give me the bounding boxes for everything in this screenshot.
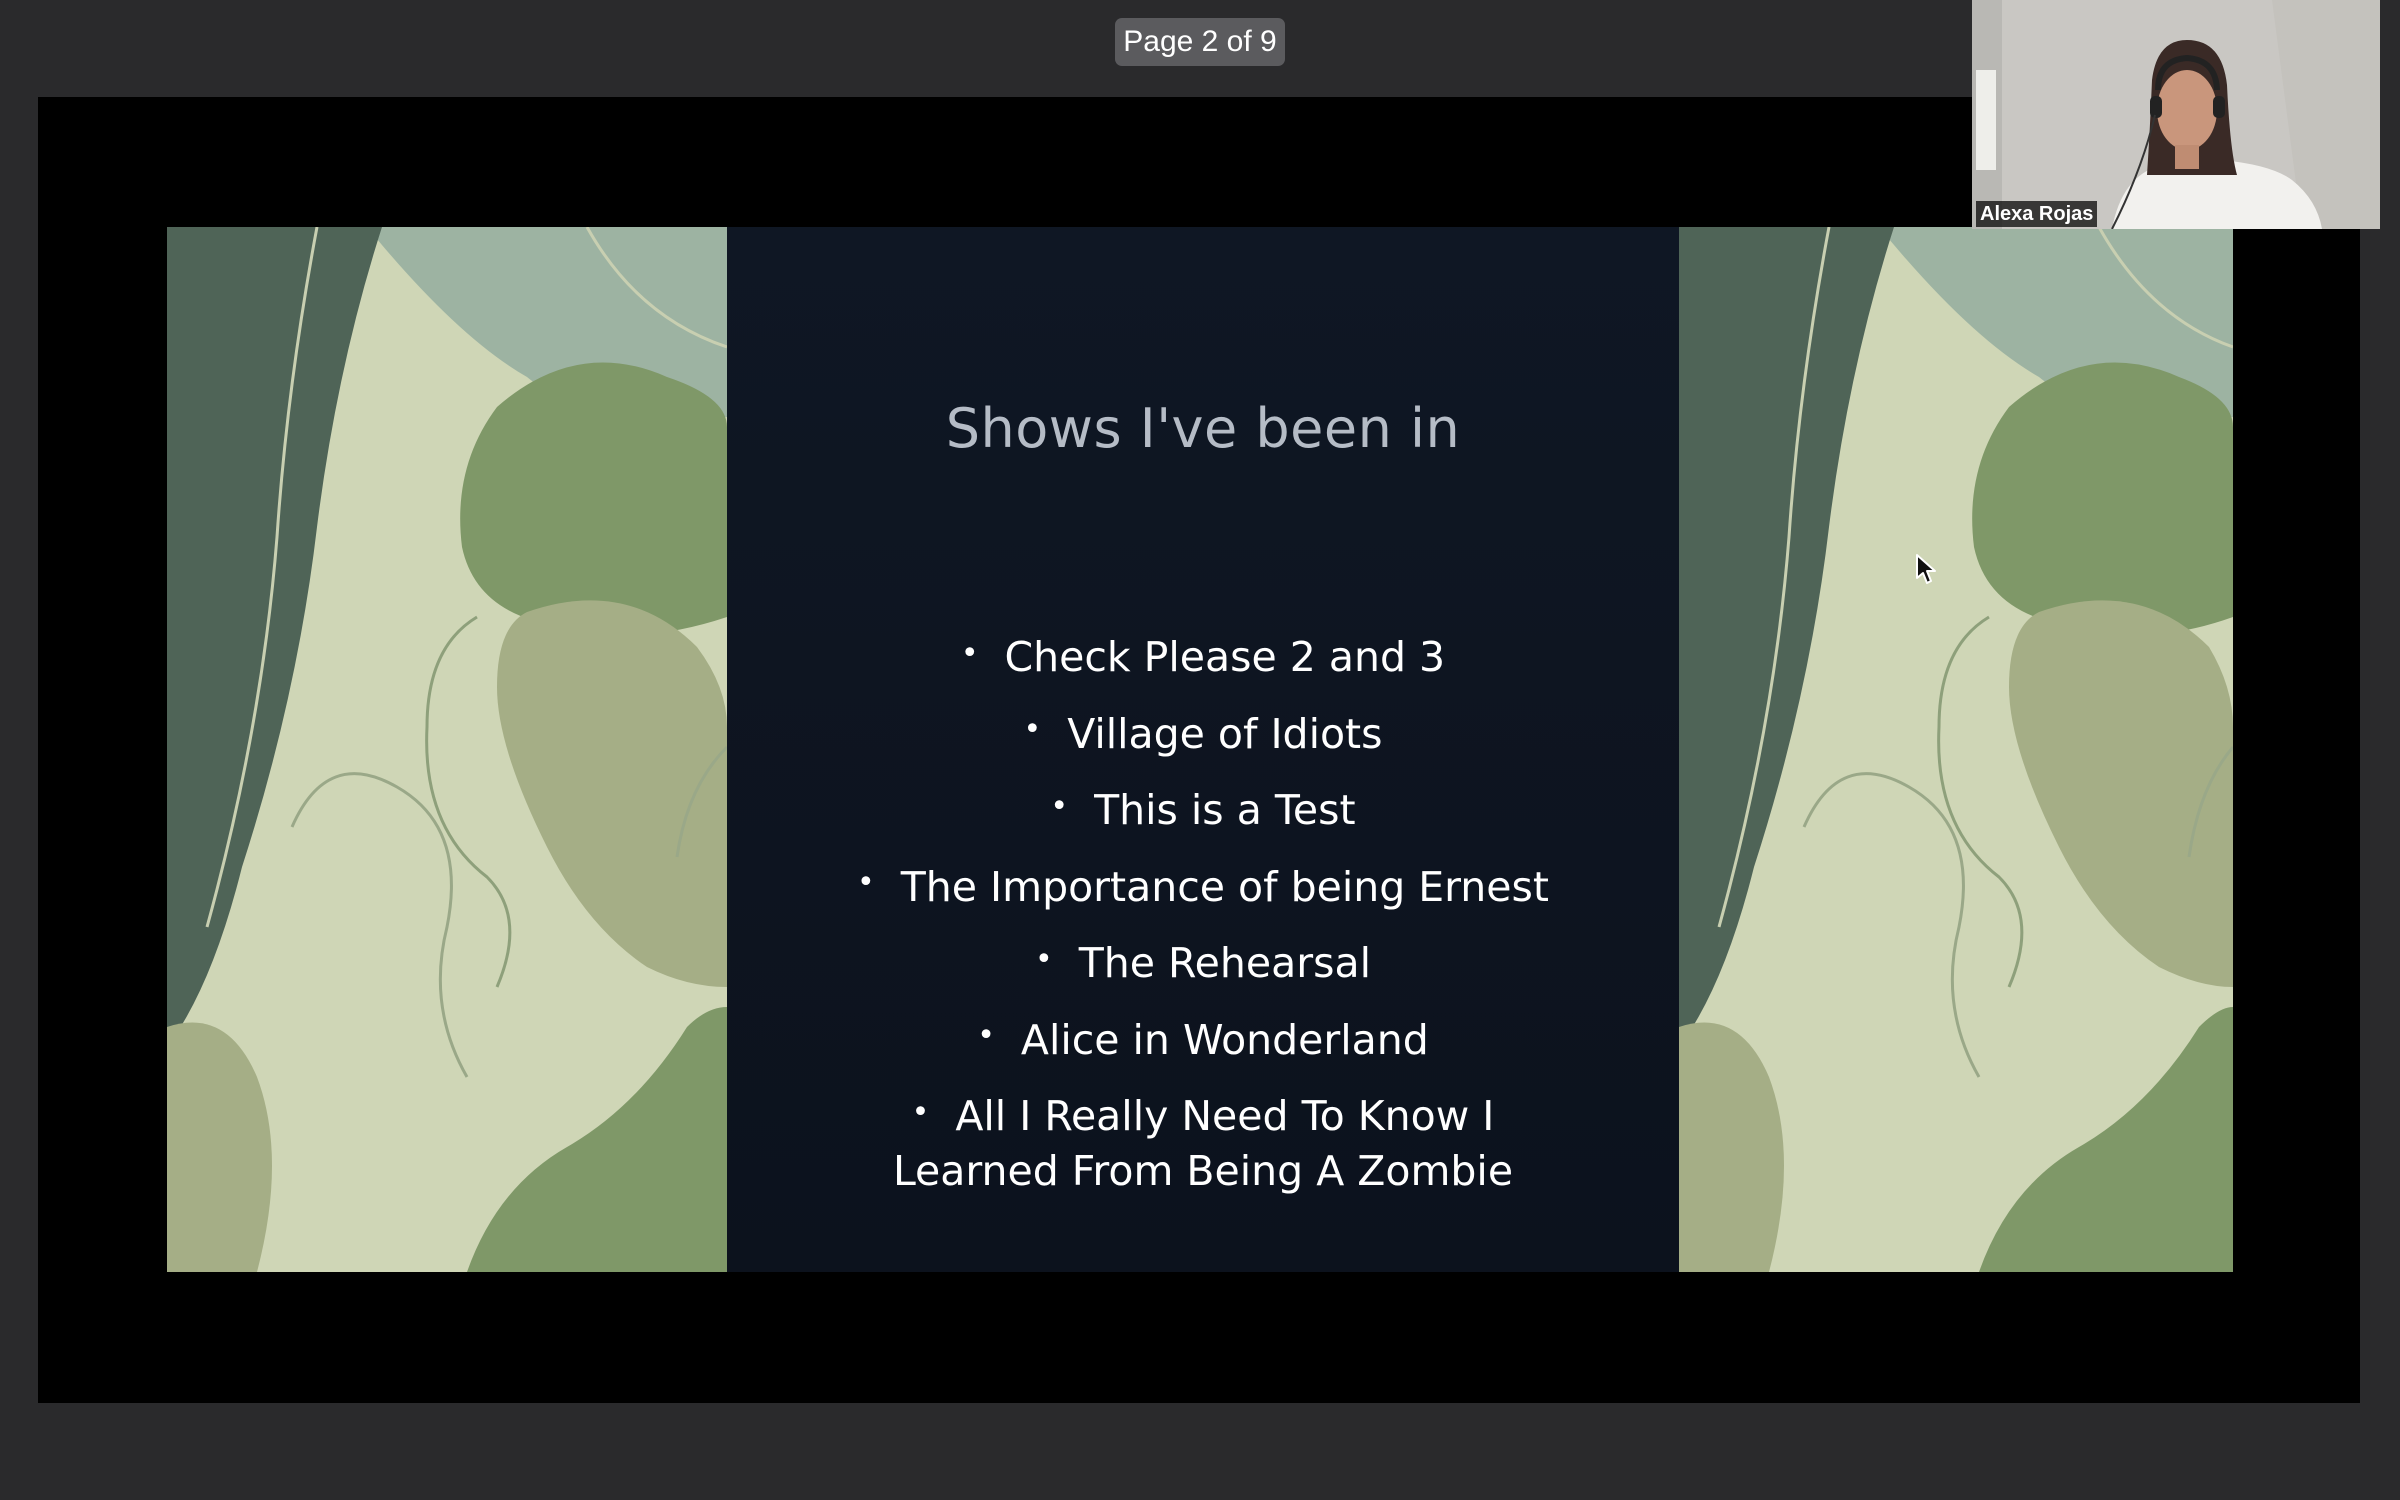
page-indicator: Page 2 of 9 <box>1115 18 1285 66</box>
bullet-icon: • <box>911 1095 930 1130</box>
bullet-text: This is a Test <box>1094 786 1356 834</box>
participant-video-tile[interactable] <box>1972 0 2380 229</box>
mouse-pointer-icon <box>1916 554 1936 584</box>
bullet-text: The Rehearsal <box>1078 939 1371 987</box>
presentation-slide: Shows I've been in • Check Please 2 and 3… <box>167 227 2233 1272</box>
slide-bullet-list: • Check Please 2 and 3 • Village of Idiots… <box>727 619 1679 1197</box>
bullet-text: The Importance of being Ernest <box>900 862 1549 911</box>
slide-decor-right <box>1679 227 2233 1272</box>
slide-title: Shows I've been in <box>945 397 1461 460</box>
bullet-icon: • <box>1023 712 1042 748</box>
bullet-icon: • <box>977 1018 995 1054</box>
bullet-icon: • <box>1035 941 1053 977</box>
slide-content-panel: Shows I've been in • Check Please 2 and 3… <box>727 227 1679 1272</box>
decor-pattern-left <box>167 227 727 1272</box>
participant-name-label: Alexa Rojas <box>1976 201 2098 227</box>
bullet-text: Alice in Wonderland <box>1020 1015 1429 1064</box>
bullet-text: Village of Idiots <box>1067 709 1383 758</box>
slide-bullet-item: • The Rehearsal <box>727 925 1679 1002</box>
participant-video-frame <box>1972 0 2380 229</box>
bottom-toolbar-area <box>0 1403 2400 1500</box>
slide-bullet-item: • This is a Test <box>727 772 1679 849</box>
bullet-text: Check Please 2 and 3 <box>1004 633 1446 681</box>
bullet-text: All I Really Need To Know I Learned From… <box>892 1092 1514 1195</box>
slide-bullet-item: • Check Please 2 and 3 <box>727 619 1679 696</box>
bullet-icon: • <box>1050 788 1069 824</box>
bullet-icon: • <box>857 865 875 901</box>
bullet-icon: • <box>960 635 979 671</box>
slide-bullet-item: • The Importance of being Ernest <box>727 849 1679 926</box>
slide-bullet-item: • Village of Idiots <box>727 696 1679 773</box>
slide-bullet-item: • Alice in Wonderland <box>727 1002 1679 1079</box>
decor-pattern-right <box>1679 227 2233 1272</box>
slide-bullet-item: • All I Really Need To Know I Learned Fro… <box>883 1078 1523 1197</box>
slide-decor-left <box>167 227 727 1272</box>
